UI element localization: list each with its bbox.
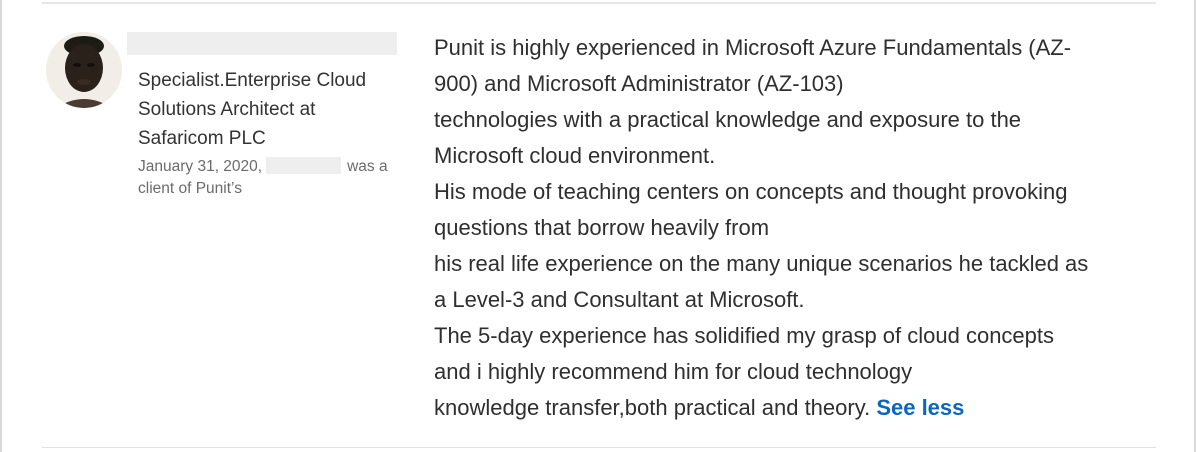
recommendation-line: and i highly recommend him for cloud tec… [434,359,913,384]
recommendation-line: Microsoft cloud environment. [434,143,716,168]
recommendation-line: 900) and Microsoft Administrator (AZ-103… [434,71,844,96]
headline-line: Specialist.Enterprise Cloud [138,70,367,91]
avatar-photo [46,32,122,108]
recommendation-line: The 5-day experience has solidified my g… [434,323,1055,348]
recommendation-line: knowledge transfer,both practical and th… [434,395,871,420]
recommendation-last-line: knowledge transfer,both practical and th… [434,390,1154,426]
headline-line: Safaricom PLC [138,128,266,149]
see-less-link[interactable]: See less [876,395,964,420]
recommendation-card: Specialist.Enterprise Cloud Solutions Ar… [0,0,1196,452]
recommendation-line: Punit is highly experienced in Microsoft… [434,35,1072,60]
bottom-divider [42,447,1156,448]
recommendation-meta: January 31, 2020, was a client of Punit’s [138,156,408,200]
recommendation-line: His mode of teaching centers on concepts… [434,179,1068,204]
recommendation-text: Punit is highly experienced in Microsoft… [434,30,1154,426]
top-divider [42,2,1156,4]
relationship-text: was a [347,158,388,175]
recommendation-line: a Level-3 and Consultant at Microsoft. [434,287,805,312]
headline-line: Solutions Architect at [138,99,316,120]
recommendation-line: technologies with a practical knowledge … [434,107,1022,132]
recommendation-date: January 31, 2020, [138,158,263,175]
recommendation-line: questions that borrow heavily from [434,215,770,240]
author-avatar[interactable] [46,32,122,108]
author-name-inline-redacted [266,157,342,174]
author-name-redacted[interactable] [127,32,397,55]
relationship-line: client of Punit’s [138,180,242,197]
author-headline: Specialist.Enterprise Cloud Solutions Ar… [138,66,400,153]
recommendation-line: his real life experience on the many uni… [434,251,1089,276]
